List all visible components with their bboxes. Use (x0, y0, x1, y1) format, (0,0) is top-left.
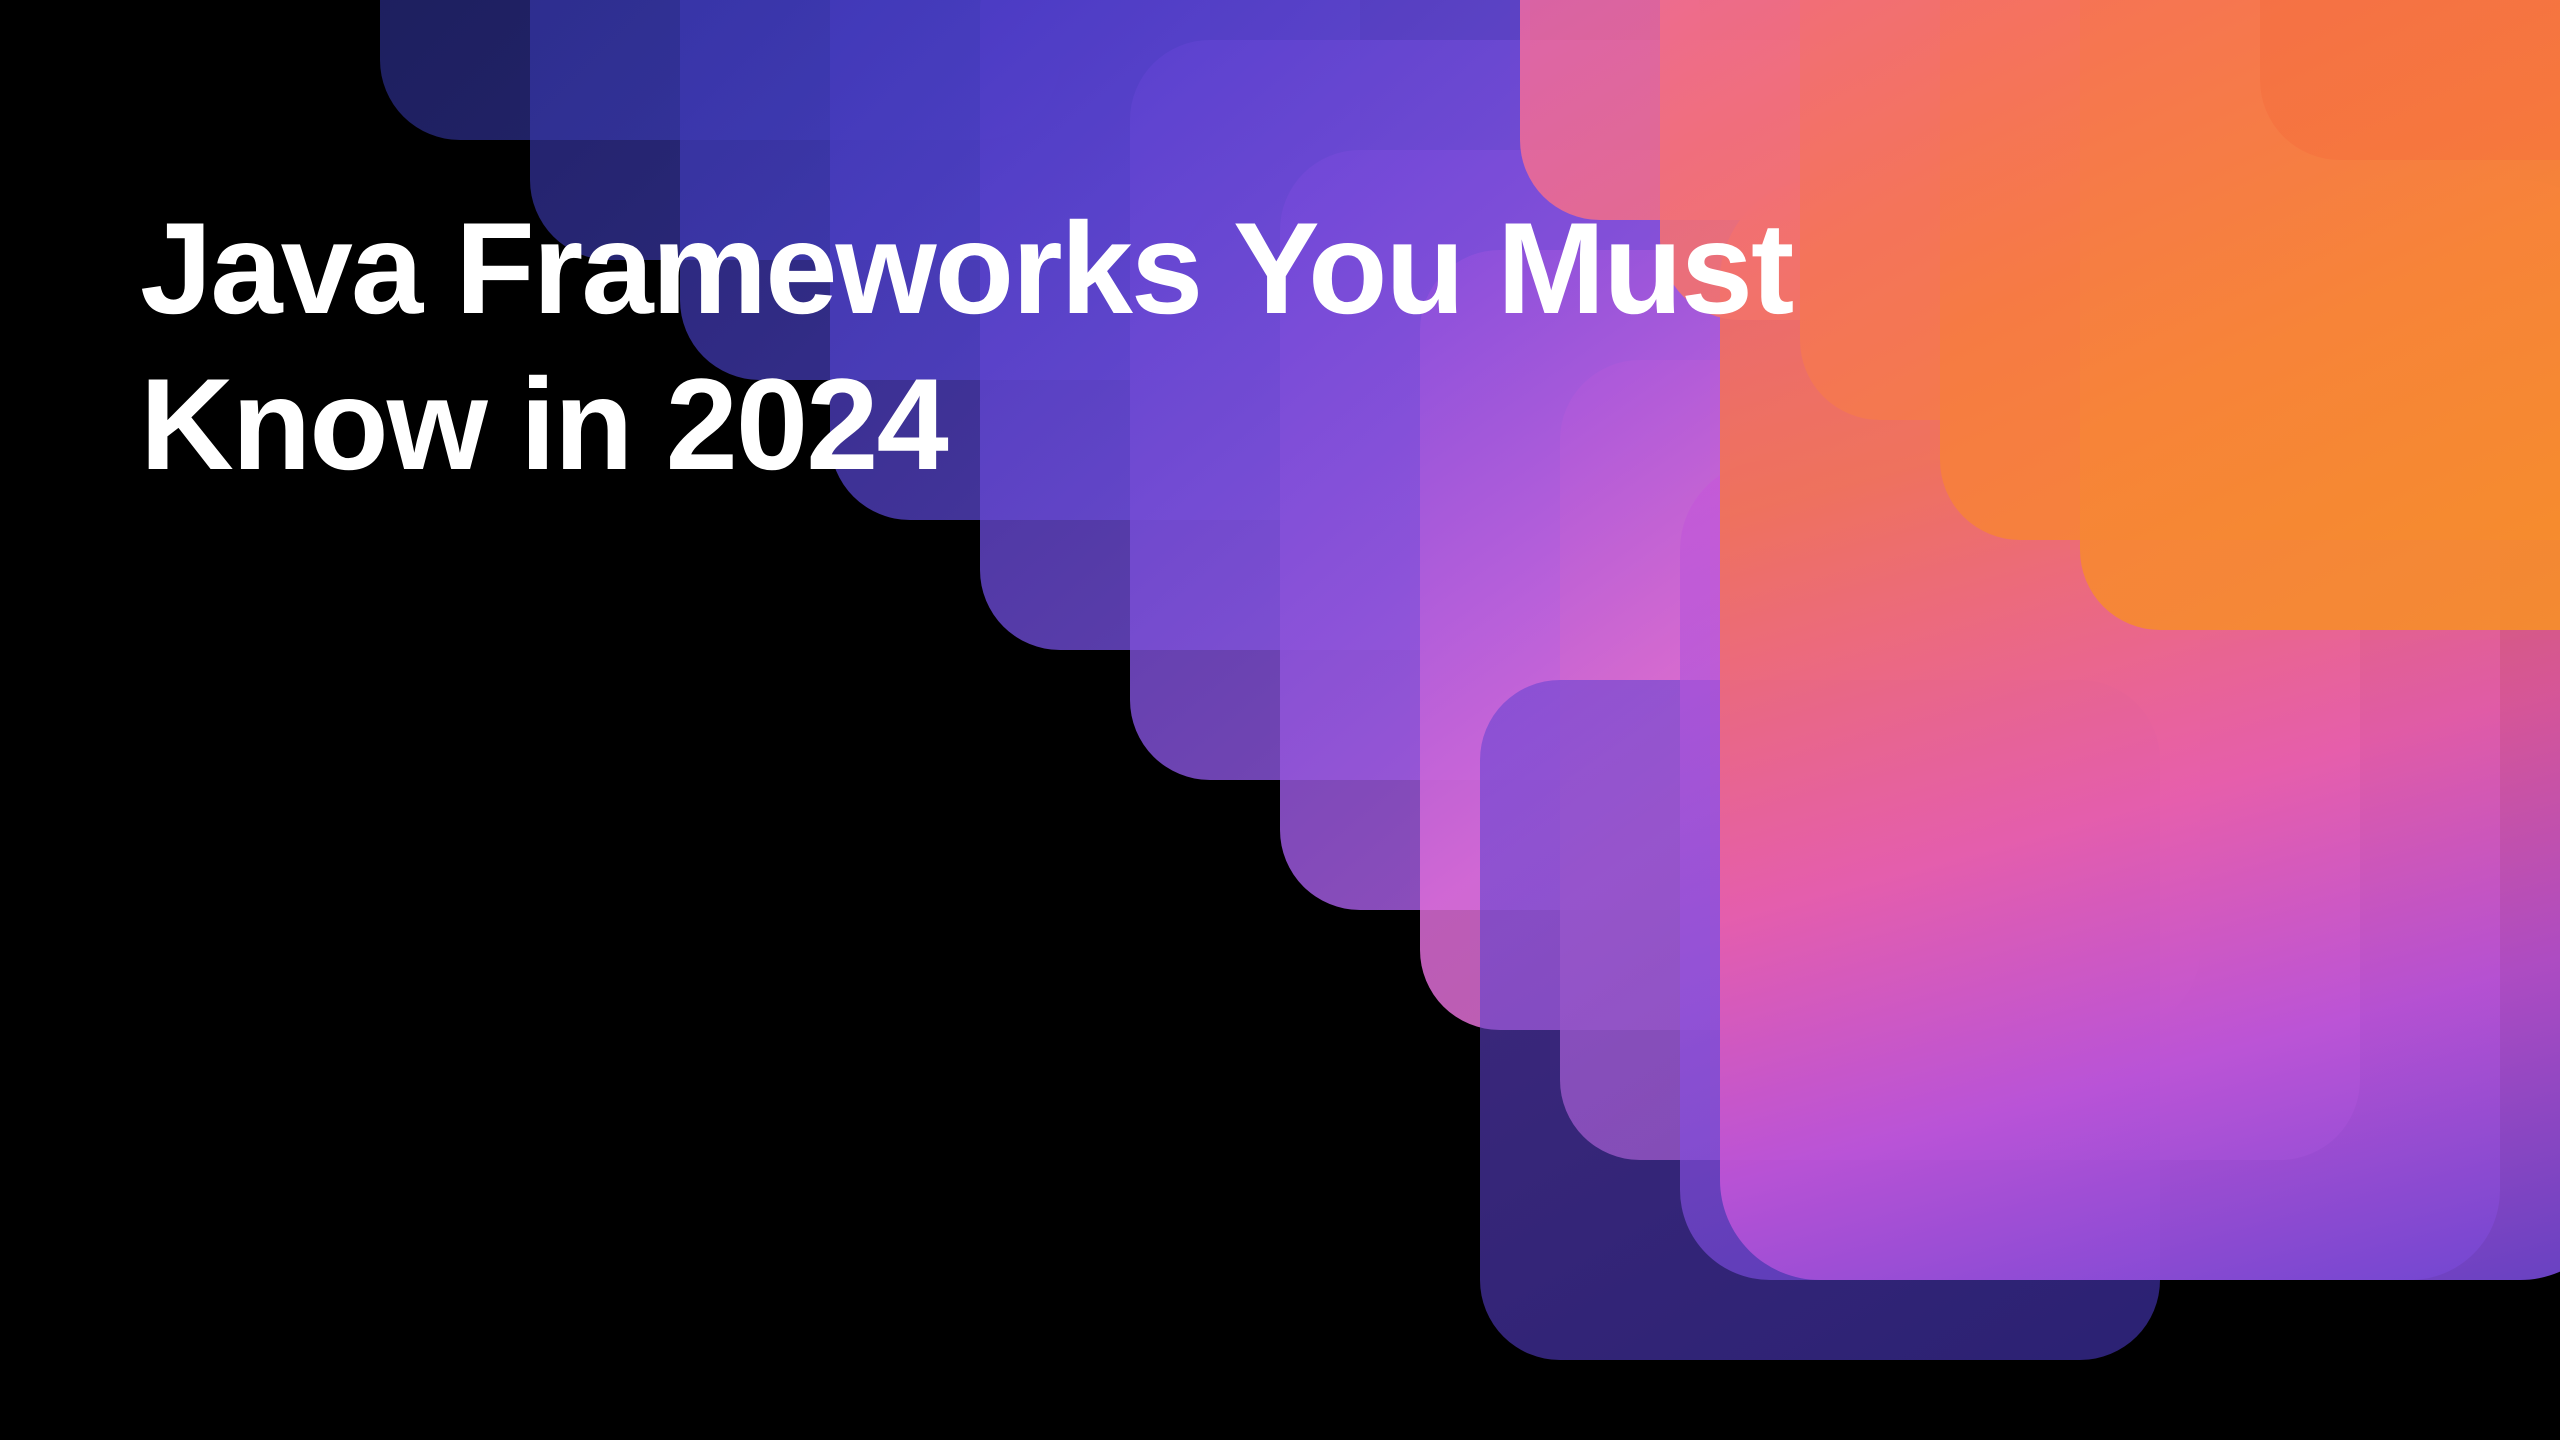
title-line: Java Frameworks You Must (140, 195, 1792, 341)
title-line: Know in 2024 (140, 351, 947, 497)
page-title: Java Frameworks You Must Know in 2024 (140, 190, 1792, 502)
gradient-square (2260, 0, 2560, 160)
